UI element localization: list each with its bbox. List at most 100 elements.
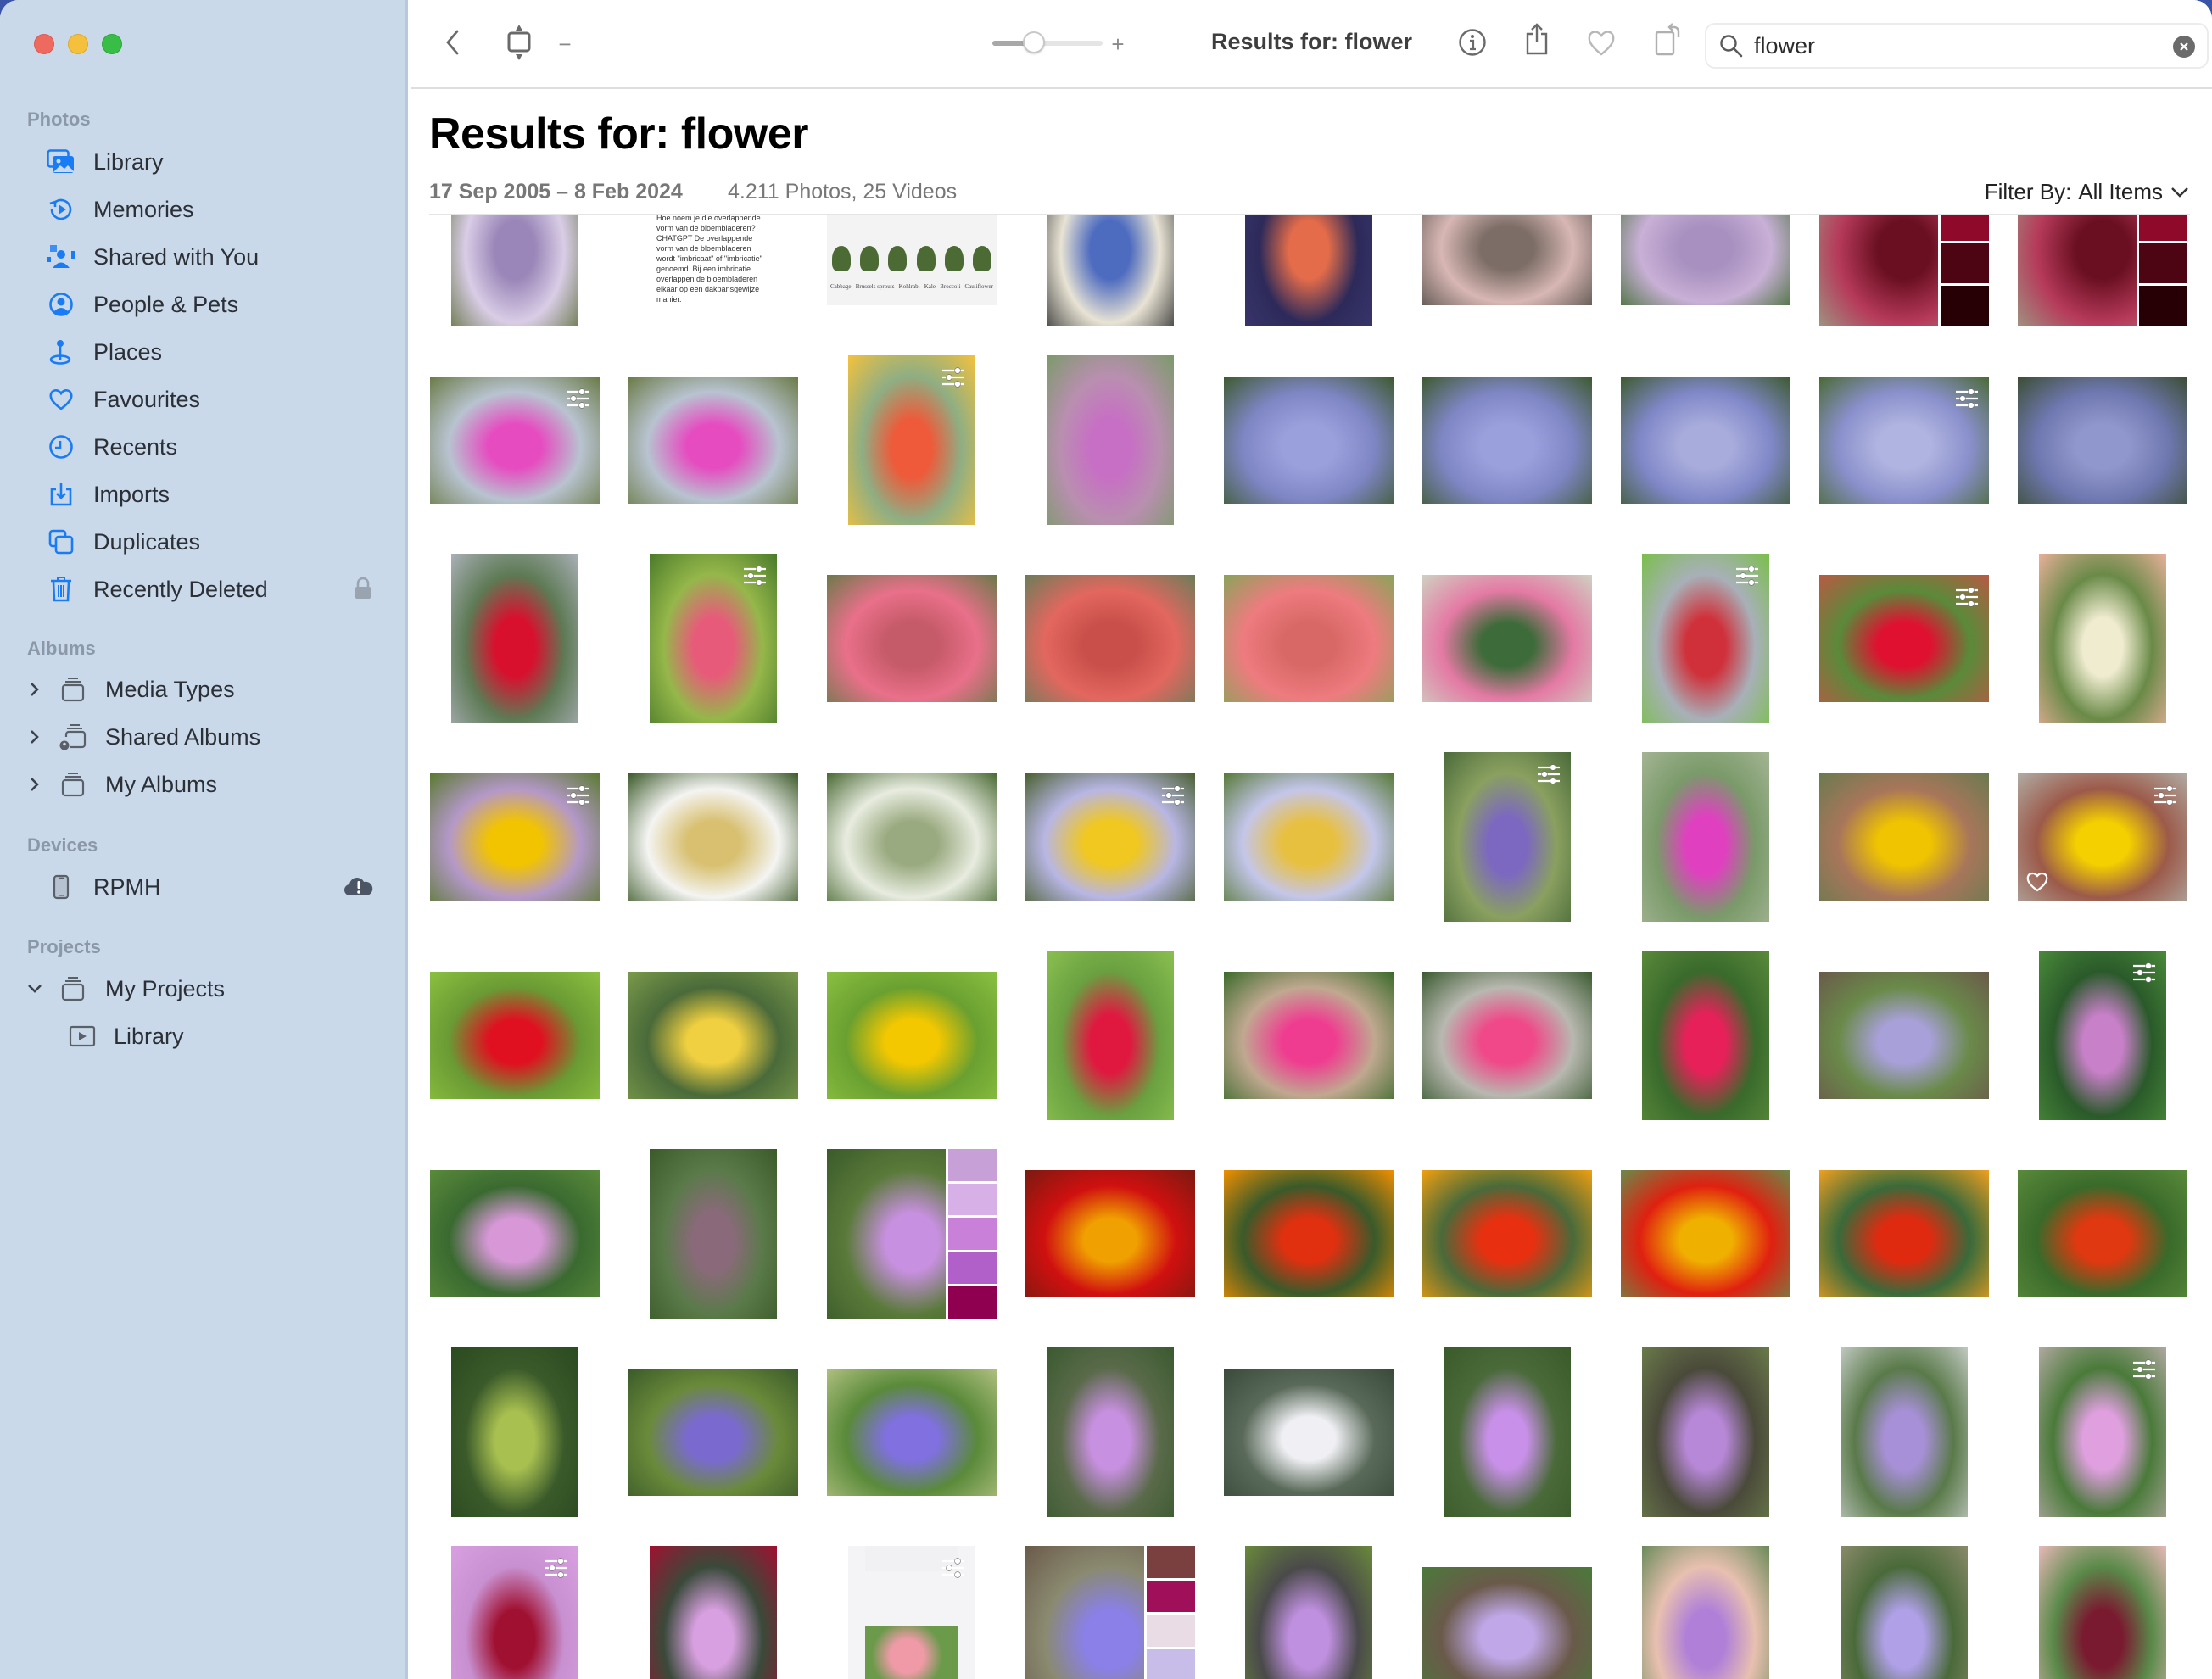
search-field[interactable] xyxy=(1705,23,2209,69)
photo-thumbnail[interactable] xyxy=(1224,972,1394,1099)
info-button[interactable] xyxy=(1454,25,1491,63)
sidebar-item-my-projects[interactable]: My Projects xyxy=(27,968,388,1010)
photo-thumbnail[interactable] xyxy=(1841,1347,1968,1517)
photo-thumbnail[interactable] xyxy=(2039,554,2166,723)
photo-thumbnail[interactable] xyxy=(650,1546,777,1679)
sidebar-item-imports[interactable]: Imports xyxy=(27,473,388,516)
photo-thumbnail[interactable] xyxy=(827,1369,997,1496)
sidebar-item-memories[interactable]: Memories xyxy=(27,188,388,231)
photo-thumbnail[interactable] xyxy=(628,377,798,504)
search-input[interactable] xyxy=(1754,33,2144,59)
photo-thumbnail[interactable] xyxy=(451,215,578,326)
photo-thumbnail[interactable] xyxy=(827,972,997,1099)
photo-thumbnail[interactable] xyxy=(1422,215,1592,305)
sidebar-item-library[interactable]: Library xyxy=(27,141,388,183)
photo-thumbnail[interactable] xyxy=(1819,215,1989,326)
photo-thumbnail[interactable] xyxy=(1224,773,1394,901)
photo-thumbnail[interactable] xyxy=(827,773,997,901)
photo-thumbnail[interactable] xyxy=(1621,377,1790,504)
photo-thumbnail[interactable] xyxy=(1245,215,1372,326)
photo-thumbnail[interactable] xyxy=(2039,1347,2166,1517)
photo-thumbnail[interactable] xyxy=(1642,1546,1769,1679)
photo-thumbnail[interactable] xyxy=(1621,215,1790,305)
photo-thumbnail[interactable] xyxy=(1025,1170,1195,1297)
photo-grid-viewport[interactable]: Hoe noem je die overlappende vorm van de… xyxy=(411,215,2212,1679)
photo-thumbnail[interactable] xyxy=(1819,972,1989,1099)
photo-thumbnail[interactable] xyxy=(430,377,600,504)
photo-thumbnail[interactable] xyxy=(1642,1347,1769,1517)
sidebar-item-people-pets[interactable]: People & Pets xyxy=(27,283,388,326)
photo-thumbnail[interactable] xyxy=(848,1546,975,1679)
photo-thumbnail[interactable] xyxy=(827,575,997,702)
photo-thumbnail[interactable] xyxy=(1047,215,1174,326)
photo-thumbnail[interactable] xyxy=(1025,575,1195,702)
chevron-right-icon[interactable] xyxy=(24,678,46,700)
photo-thumbnail[interactable] xyxy=(1224,575,1394,702)
sidebar-item-recently-deleted[interactable]: Recently Deleted xyxy=(27,568,388,611)
sidebar-item-device-rpmh[interactable]: RPMH xyxy=(27,866,388,908)
sidebar-item-project-library[interactable]: Library xyxy=(27,1015,388,1057)
photo-thumbnail[interactable] xyxy=(1025,773,1195,901)
photo-thumbnail[interactable] xyxy=(2018,377,2187,504)
zoom-out-button[interactable]: − xyxy=(555,25,575,63)
photo-thumbnail[interactable] xyxy=(1422,575,1592,702)
photo-thumbnail[interactable] xyxy=(451,1546,578,1679)
photo-thumbnail[interactable] xyxy=(1047,355,1174,525)
photo-thumbnail[interactable] xyxy=(628,972,798,1099)
photo-thumbnail[interactable] xyxy=(1422,972,1592,1099)
photo-thumbnail[interactable] xyxy=(650,1149,777,1319)
photo-thumbnail[interactable] xyxy=(430,1170,600,1297)
minimize-window-button[interactable] xyxy=(68,34,88,54)
clear-search-button[interactable] xyxy=(2173,36,2195,58)
photo-thumbnail[interactable] xyxy=(451,1347,578,1517)
photo-thumbnail[interactable] xyxy=(1819,575,1989,702)
photo-thumbnail[interactable] xyxy=(1444,1347,1571,1517)
cloud-alert-icon[interactable] xyxy=(344,876,373,902)
photo-thumbnail[interactable] xyxy=(2018,215,2187,326)
zoom-slider-knob[interactable] xyxy=(1023,31,1045,53)
photo-thumbnail[interactable] xyxy=(1224,377,1394,504)
back-button[interactable] xyxy=(436,25,470,63)
photo-thumbnail[interactable] xyxy=(650,554,777,723)
chevron-down-icon[interactable] xyxy=(24,978,46,1000)
zoom-in-button[interactable]: + xyxy=(1108,25,1128,63)
photo-thumbnail[interactable] xyxy=(2018,773,2187,901)
photo-thumbnail[interactable] xyxy=(1621,1170,1790,1297)
rotate-button[interactable] xyxy=(1649,22,1686,59)
photo-thumbnail[interactable] xyxy=(1642,554,1769,723)
photo-thumbnail[interactable] xyxy=(2039,1546,2166,1679)
photo-thumbnail[interactable] xyxy=(2018,1170,2187,1297)
photo-thumbnail[interactable] xyxy=(1224,1369,1394,1496)
sidebar-item-my-albums[interactable]: My Albums xyxy=(27,763,388,806)
photo-thumbnail[interactable] xyxy=(848,355,975,525)
photo-thumbnail[interactable] xyxy=(1025,1546,1195,1679)
photo-thumbnail[interactable] xyxy=(1047,1347,1174,1517)
sidebar-item-media-types[interactable]: Media Types xyxy=(27,668,388,711)
photo-thumbnail[interactable] xyxy=(2039,951,2166,1120)
photo-thumbnail[interactable] xyxy=(1422,1170,1592,1297)
photo-thumbnail[interactable] xyxy=(1642,951,1769,1120)
aspect-toggle-button[interactable] xyxy=(500,25,538,63)
photo-thumbnail[interactable]: CabbageBrussels sproutsKohlrabiKaleBrocc… xyxy=(827,215,997,305)
photo-thumbnail[interactable] xyxy=(1422,1567,1592,1679)
photo-thumbnail[interactable] xyxy=(1245,1546,1372,1679)
photo-thumbnail[interactable] xyxy=(1642,752,1769,922)
photo-thumbnail[interactable] xyxy=(430,773,600,901)
photo-thumbnail[interactable] xyxy=(1422,377,1592,504)
photo-thumbnail[interactable] xyxy=(1224,1170,1394,1297)
photo-thumbnail[interactable] xyxy=(451,554,578,723)
photo-thumbnail[interactable] xyxy=(628,773,798,901)
zoom-slider[interactable] xyxy=(992,38,1103,47)
photo-thumbnail[interactable] xyxy=(1819,377,1989,504)
chevron-right-icon[interactable] xyxy=(24,726,46,748)
photo-thumbnail[interactable] xyxy=(430,972,600,1099)
zoom-window-button[interactable] xyxy=(102,34,122,54)
photo-thumbnail[interactable] xyxy=(1819,773,1989,901)
sidebar-item-shared-albums[interactable]: Shared Albums xyxy=(27,716,388,758)
share-button[interactable] xyxy=(1518,22,1556,59)
sidebar-item-favourites[interactable]: Favourites xyxy=(27,378,388,421)
sidebar-item-duplicates[interactable]: Duplicates xyxy=(27,521,388,563)
favourite-button[interactable] xyxy=(1583,25,1620,63)
photo-thumbnail[interactable] xyxy=(1047,951,1174,1120)
photo-thumbnail[interactable] xyxy=(827,1149,997,1319)
